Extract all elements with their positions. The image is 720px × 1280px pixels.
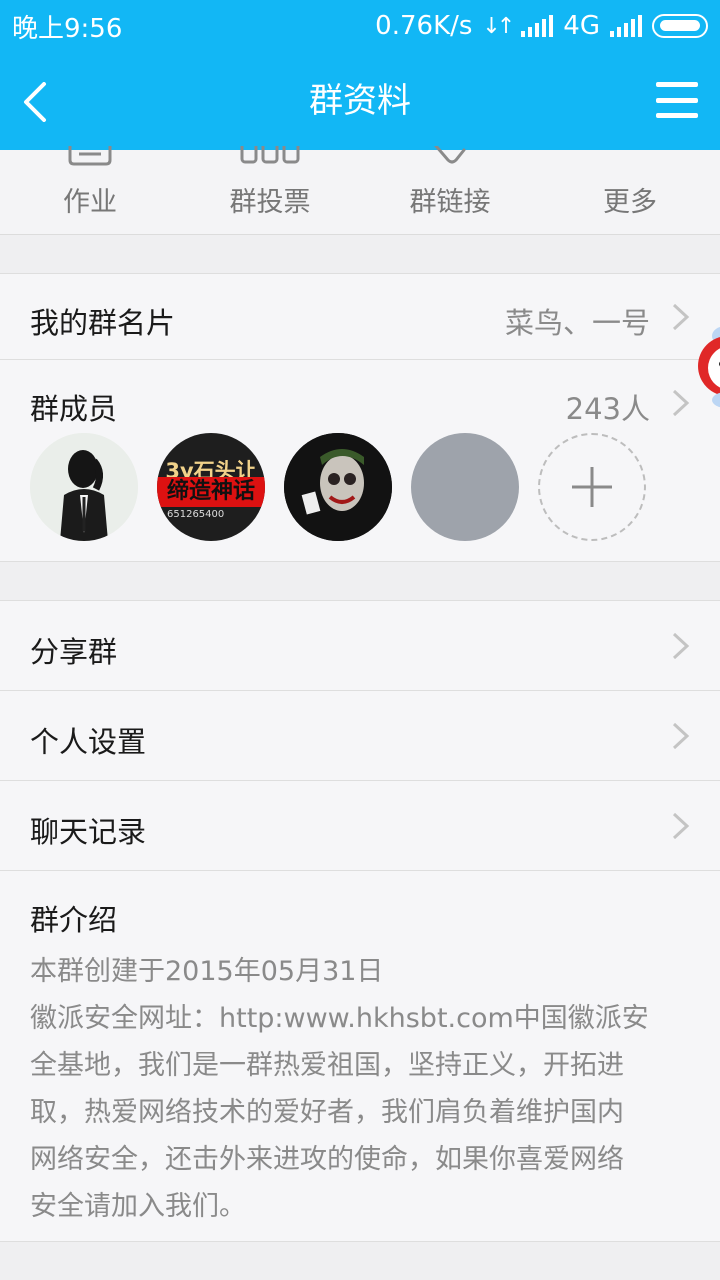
avatar-banner-num: 651265400	[167, 509, 225, 520]
plus-icon	[572, 467, 612, 507]
chevron-right-icon	[672, 722, 690, 750]
member-avatar-list: 3y石头让 缔造神话 651265400	[0, 433, 720, 543]
quick-action-label: 群投票	[229, 187, 311, 218]
quick-action-bar: 作业 群投票 群链接 更多	[0, 146, 720, 235]
avatar-banner-mid: 缔造神话	[157, 477, 265, 507]
row-value: 菜鸟、一号	[504, 306, 650, 340]
title-bar: 群资料	[0, 52, 720, 150]
homework-icon	[68, 146, 112, 166]
member-avatar[interactable]: 3y石头让 缔造神话 651265400	[157, 433, 265, 541]
intro-line: 徽派安全网址：http:www.hkhsbt.com中国徽派安	[30, 1003, 649, 1034]
quick-action-more[interactable]: 更多	[540, 150, 720, 235]
quick-action-label: 更多	[603, 187, 657, 218]
chat-history-row[interactable]: 聊天记录	[0, 780, 720, 871]
quick-action-label: 作业	[63, 187, 117, 218]
quick-action-homework[interactable]: 作业	[0, 146, 180, 235]
link-icon	[434, 146, 466, 164]
my-group-card-row[interactable]: 我的群名片 菜鸟、一号	[0, 273, 720, 359]
status-bar: 晚上9:56 0.76K/s ↓↑ 4G	[0, 0, 720, 52]
quick-action-label: 群链接	[409, 187, 491, 218]
quick-action-link[interactable]: 群链接	[360, 146, 540, 235]
share-group-row[interactable]: 分享群	[0, 600, 720, 691]
vote-icon	[240, 146, 300, 164]
chevron-right-icon	[672, 812, 690, 840]
status-indicators: 0.76K/s ↓↑ 4G	[375, 11, 708, 41]
intro-line: 本群创建于2015年05月31日	[30, 956, 384, 987]
network-type: 4G	[563, 11, 600, 41]
floating-pet-icon[interactable]	[682, 318, 720, 410]
quick-action-vote[interactable]: 群投票	[180, 146, 360, 235]
add-member-button[interactable]	[538, 433, 646, 541]
member-count: 243人	[565, 392, 650, 426]
member-avatar[interactable]	[411, 433, 519, 541]
joker-face-image	[284, 433, 392, 541]
member-avatar[interactable]	[284, 433, 392, 541]
row-label: 分享群	[30, 635, 118, 669]
group-members-row[interactable]: 群成员 243人 3y石头让 缔造神话 651265400	[0, 359, 720, 562]
intro-line: 取，热爱网络技术的爱好者，我们肩负着维护国内	[30, 1097, 624, 1128]
row-label: 个人设置	[30, 725, 147, 759]
personal-settings-row[interactable]: 个人设置	[0, 690, 720, 781]
row-label: 群成员	[30, 392, 118, 426]
row-label: 我的群名片	[30, 306, 176, 340]
page-title: 群资料	[309, 81, 411, 121]
status-time: 晚上9:56	[12, 13, 123, 44]
intro-line: 安全请加入我们。	[30, 1191, 246, 1222]
cell-signal-icon	[610, 15, 642, 37]
battery-icon	[652, 14, 708, 38]
intro-line: 全基地，我们是一群热爱祖国，坚持正义，开拓进	[30, 1050, 624, 1081]
intro-line: 网络安全，还击外来进攻的使命，如果你喜爱网络	[30, 1144, 624, 1175]
network-speed: 0.76K/s	[375, 11, 473, 41]
wifi-signal-icon	[521, 15, 554, 37]
menu-icon[interactable]	[656, 82, 698, 118]
chevron-right-icon	[672, 632, 690, 660]
data-transfer-icon: ↓↑	[482, 13, 515, 39]
row-label: 聊天记录	[30, 815, 147, 849]
suit-person-image	[30, 433, 138, 541]
intro-title: 群介绍	[30, 903, 118, 937]
group-intro-section: 群介绍 本群创建于2015年05月31日 徽派安全网址：http:www.hkh…	[0, 870, 720, 1242]
member-avatar[interactable]	[30, 433, 138, 541]
